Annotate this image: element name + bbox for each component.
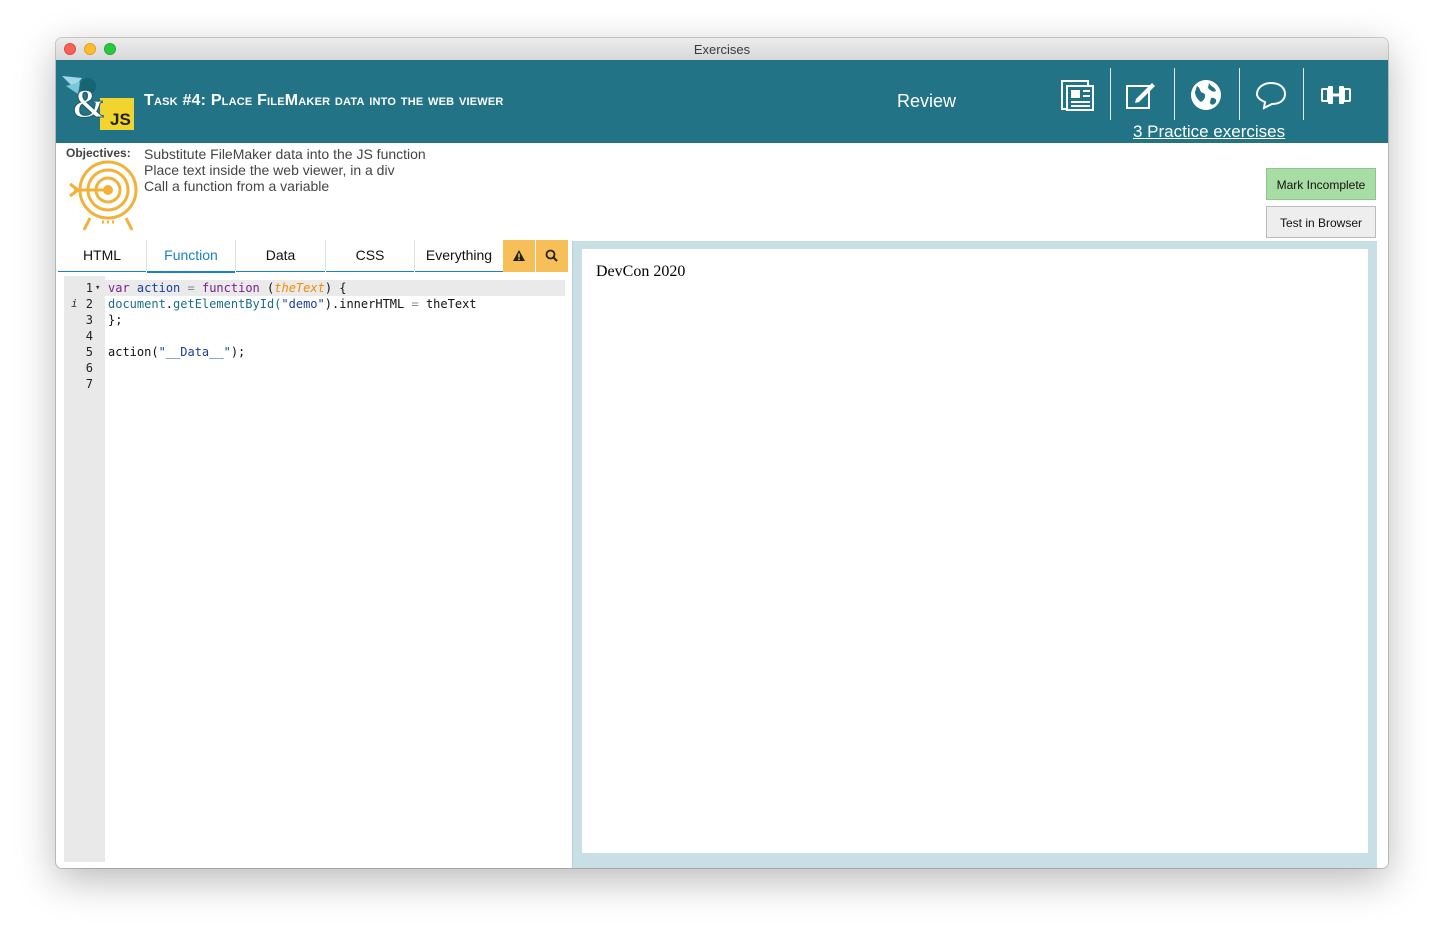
app-logo-icon: JS & [62,76,134,130]
code-param: theText [274,281,325,295]
code-keyword: var [108,281,130,295]
code-builtin: document [108,297,166,311]
tab-css[interactable]: CSS [326,240,414,272]
warning-button[interactable] [503,240,535,272]
code-punct: . [165,297,174,311]
tab-everything[interactable]: Everything [415,240,503,272]
document-icon[interactable] [1060,78,1094,112]
code-string: "demo" [281,297,325,311]
code-operator: = [187,281,195,295]
code-string: "__Data__" [158,345,231,359]
code-identifier: action [136,281,181,295]
header-separator [1110,68,1111,120]
tab-function[interactable]: Function [147,240,235,273]
objective-item: Substitute FileMaker data into the JS fu… [144,146,426,162]
web-viewer[interactable]: DevCon 2020 [582,249,1368,853]
practice-exercises-link[interactable]: 3 Practice exercises [1133,122,1285,142]
task-title: Task #4: Place FileMaker data into the w… [144,92,504,109]
code-punct: ); [230,345,246,359]
target-icon [69,160,138,231]
chat-icon[interactable] [1254,78,1288,112]
code-text: ).innerHTML [324,297,405,311]
code-editor[interactable]: 1 ▾ i 2 3 4 5 6 7 var action = function … [64,276,570,862]
edit-icon[interactable] [1124,78,1158,112]
code-punct: ) { [324,281,347,295]
search-button[interactable] [536,240,568,272]
tab-html[interactable]: HTML [58,240,146,272]
header-bar: JS & Task #4: Place FileMaker data into … [56,60,1388,143]
line-number: 1 [85,281,93,295]
globe-icon[interactable] [1189,78,1223,112]
code-call: action( [108,345,159,359]
line-number: 3 [85,313,93,327]
code-tabs: HTML Function Data CSS Everything [58,240,570,273]
warning-icon [513,250,525,261]
objective-item: Call a function from a variable [144,178,330,194]
header-separator [1174,68,1175,120]
code-line-2: document.getElementById("demo").innerHTM… [108,296,477,312]
code-method: getElementById( [173,297,282,311]
window-title: Exercises [693,42,751,57]
objective-item: Place text inside the web viewer, in a d… [144,162,395,178]
objectives-list: Substitute FileMaker data into the JS fu… [144,146,426,194]
web-viewer-frame: DevCon 2020 [572,241,1377,868]
code-line-3: }; [108,313,123,327]
fold-arrow-icon[interactable]: ▾ [95,280,100,296]
code-line-5: action("__Data__"); [108,344,245,360]
line-number: 2 [85,297,93,311]
code-variable: theText [425,297,477,311]
review-link[interactable]: Review [897,91,956,112]
code-operator: = [411,297,419,311]
line-number: 4 [85,329,93,343]
demo-output: DevCon 2020 [596,263,686,280]
mark-incomplete-button[interactable]: Mark Incomplete [1266,168,1376,200]
line-number: 5 [85,345,93,359]
test-in-browser-button[interactable]: Test in Browser [1266,206,1376,238]
code-keyword: function [201,281,260,295]
logo-ampersand: & [72,81,105,126]
tab-data[interactable]: Data [236,240,325,272]
dumbbell-icon[interactable] [1319,78,1353,112]
search-icon [545,249,558,262]
header-separator [1239,68,1240,120]
logo-js-text: JS [110,110,131,129]
code-line-1: var action = function (theText) { [108,280,347,296]
line-number: 7 [85,377,93,391]
line-number: 6 [85,361,93,375]
app-window: Exercises JS & Task #4: Place FileMaker … [56,38,1388,868]
header-separator [1303,68,1304,120]
title-bar: Exercises [56,38,1388,61]
